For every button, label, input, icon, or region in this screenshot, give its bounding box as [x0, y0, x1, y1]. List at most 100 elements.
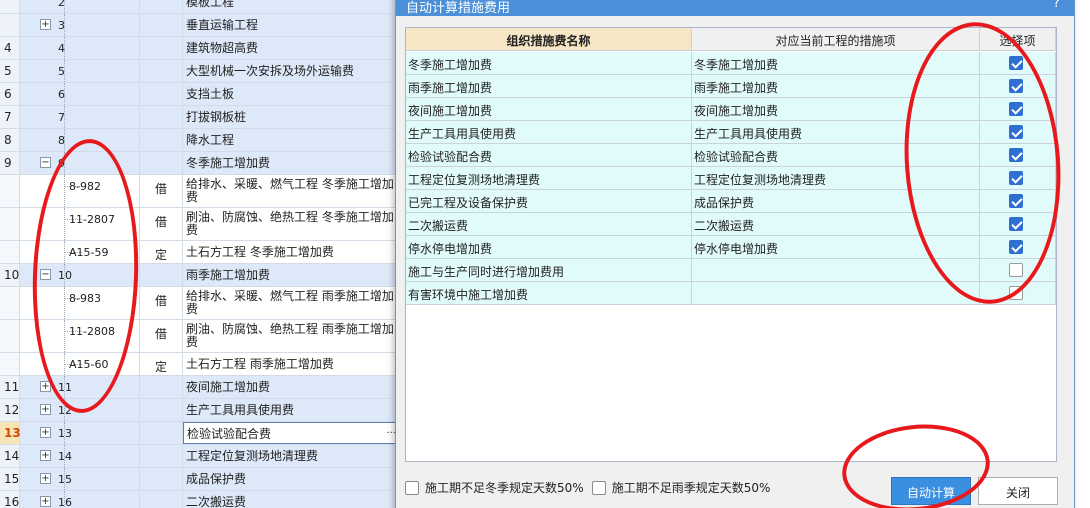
- select-checkbox[interactable]: [1009, 263, 1023, 277]
- help-icon[interactable]: ?: [1053, 0, 1060, 11]
- grid-row[interactable]: 4 4 建筑物超高费: [0, 37, 400, 60]
- type-cell[interactable]: [140, 152, 183, 174]
- code-cell[interactable]: +16: [20, 491, 140, 508]
- name-cell[interactable]: 刷油、防腐蚀、绝热工程 冬季施工增加费: [183, 208, 400, 240]
- measure-row[interactable]: 已完工程及设备保护费 成品保护费: [406, 190, 1056, 213]
- grid-row[interactable]: 12 +12 生产工具用具使用费: [0, 399, 400, 422]
- name-cell[interactable]: 二次搬运费: [183, 491, 400, 508]
- name-cell[interactable]: 给排水、采暖、燃气工程 雨季施工增加费: [183, 287, 400, 319]
- name-cell[interactable]: 冬季施工增加费: [183, 152, 400, 174]
- expand-icon[interactable]: +: [40, 473, 51, 484]
- column-header-item[interactable]: 对应当前工程的措施项: [692, 28, 980, 51]
- code-cell[interactable]: 8-983: [20, 287, 140, 319]
- select-checkbox[interactable]: [1009, 240, 1023, 254]
- measure-row[interactable]: 停水停电增加费 停水停电增加费: [406, 236, 1056, 259]
- name-cell[interactable]: 检验试验配合费 ···: [183, 422, 400, 444]
- code-cell[interactable]: +12: [20, 399, 140, 421]
- measure-row[interactable]: 工程定位复测场地清理费 工程定位复测场地清理费: [406, 167, 1056, 190]
- grid-row[interactable]: 11 +11 夜间施工增加费: [0, 376, 400, 399]
- type-cell[interactable]: 定: [140, 241, 183, 263]
- measure-item-cell[interactable]: 雨季施工增加费: [692, 75, 980, 98]
- measure-row[interactable]: 冬季施工增加费 冬季施工增加费: [406, 52, 1056, 75]
- column-header-name[interactable]: 组织措施费名称: [406, 28, 692, 51]
- type-cell[interactable]: [140, 468, 183, 490]
- name-cell[interactable]: 刷油、防腐蚀、绝热工程 雨季施工增加费: [183, 320, 400, 352]
- grid-row[interactable]: 15 +15 成品保护费: [0, 468, 400, 491]
- grid-row[interactable]: 9−9 冬季施工增加费: [0, 152, 400, 175]
- type-cell[interactable]: [140, 422, 183, 444]
- measure-name-cell[interactable]: 雨季施工增加费: [406, 75, 692, 98]
- name-cell[interactable]: 支挡土板: [183, 83, 400, 105]
- select-checkbox[interactable]: [1009, 194, 1023, 208]
- measure-row[interactable]: 施工与生产同时进行增加费用: [406, 259, 1056, 282]
- measure-item-cell[interactable]: 工程定位复测场地清理费: [692, 167, 980, 190]
- select-checkbox[interactable]: [1009, 102, 1023, 116]
- code-cell[interactable]: −10: [20, 264, 140, 286]
- select-checkbox[interactable]: [1009, 148, 1023, 162]
- type-cell[interactable]: [140, 445, 183, 467]
- select-checkbox[interactable]: [1009, 125, 1023, 139]
- type-cell[interactable]: [140, 60, 183, 82]
- name-cell[interactable]: 打拔钢板桩: [183, 106, 400, 128]
- measure-name-cell[interactable]: 检验试验配合费: [406, 144, 692, 167]
- measure-name-cell[interactable]: 施工与生产同时进行增加费用: [406, 259, 692, 282]
- name-cell[interactable]: 夜间施工增加费: [183, 376, 400, 398]
- measure-item-cell[interactable]: 二次搬运费: [692, 213, 980, 236]
- code-cell[interactable]: A15-59: [20, 241, 140, 263]
- code-cell[interactable]: −9: [20, 152, 140, 174]
- rain-option-checkbox[interactable]: [591, 480, 606, 495]
- code-cell[interactable]: 8: [20, 129, 140, 151]
- code-cell[interactable]: 6: [20, 83, 140, 105]
- grid-row[interactable]: 11-2808 借刷油、防腐蚀、绝热工程 雨季施工增加费: [0, 320, 400, 353]
- type-cell[interactable]: 借: [140, 175, 183, 207]
- code-cell[interactable]: 8-982: [20, 175, 140, 207]
- measure-row[interactable]: 夜间施工增加费 夜间施工增加费: [406, 98, 1056, 121]
- grid-row[interactable]: A15-60 定土石方工程 雨季施工增加费: [0, 353, 400, 376]
- code-cell[interactable]: +15: [20, 468, 140, 490]
- type-cell[interactable]: [140, 37, 183, 59]
- measure-item-cell[interactable]: 冬季施工增加费: [692, 52, 980, 75]
- measure-item-cell[interactable]: [692, 259, 980, 282]
- measure-name-cell[interactable]: 冬季施工增加费: [406, 52, 692, 75]
- name-cell[interactable]: 生产工具用具使用费: [183, 399, 400, 421]
- grid-row[interactable]: 14 +14 工程定位复测场地清理费: [0, 445, 400, 468]
- collapse-icon[interactable]: −: [40, 157, 51, 168]
- type-cell[interactable]: [140, 83, 183, 105]
- measure-name-cell[interactable]: 有害环境中施工增加费: [406, 282, 692, 305]
- measure-name-cell[interactable]: 二次搬运费: [406, 213, 692, 236]
- measure-row[interactable]: 生产工具用具使用费 生产工具用具使用费: [406, 121, 1056, 144]
- type-cell[interactable]: [140, 491, 183, 508]
- type-cell[interactable]: [140, 399, 183, 421]
- measure-item-cell[interactable]: 停水停电增加费: [692, 236, 980, 259]
- code-cell[interactable]: +11: [20, 376, 140, 398]
- name-cell[interactable]: 垂直运输工程: [183, 14, 400, 36]
- code-cell[interactable]: +14: [20, 445, 140, 467]
- measure-name-cell[interactable]: 夜间施工增加费: [406, 98, 692, 121]
- dialog-title-bar[interactable]: 自动计算措施费用 ?: [396, 0, 1074, 16]
- measure-item-cell[interactable]: 检验试验配合费: [692, 144, 980, 167]
- name-cell[interactable]: 大型机械一次安拆及场外运输费: [183, 60, 400, 82]
- measure-name-cell[interactable]: 生产工具用具使用费: [406, 121, 692, 144]
- measure-row[interactable]: 检验试验配合费 检验试验配合费: [406, 144, 1056, 167]
- grid-row[interactable]: 2 模板工程: [0, 0, 400, 14]
- name-cell[interactable]: 降水工程: [183, 129, 400, 151]
- collapse-icon[interactable]: −: [40, 269, 51, 280]
- code-cell[interactable]: A15-60: [20, 353, 140, 375]
- grid-row[interactable]: 8 8 降水工程: [0, 129, 400, 152]
- select-checkbox[interactable]: [1009, 171, 1023, 185]
- grid-row[interactable]: 8-982 借给排水、采暖、燃气工程 冬季施工增加费: [0, 175, 400, 208]
- grid-row[interactable]: A15-59 定土石方工程 冬季施工增加费: [0, 241, 400, 264]
- code-cell[interactable]: 5: [20, 60, 140, 82]
- code-cell[interactable]: 11-2807: [20, 208, 140, 240]
- select-checkbox[interactable]: [1009, 56, 1023, 70]
- grid-row[interactable]: 13 +13 检验试验配合费 ···: [0, 422, 400, 445]
- expand-icon[interactable]: +: [40, 496, 51, 507]
- auto-calc-button[interactable]: 自动计算: [891, 477, 971, 505]
- measure-row[interactable]: 有害环境中施工增加费: [406, 282, 1056, 305]
- expand-icon[interactable]: +: [40, 381, 51, 392]
- measure-row[interactable]: 雨季施工增加费 雨季施工增加费: [406, 75, 1056, 98]
- grid-row[interactable]: 16 +16 二次搬运费: [0, 491, 400, 508]
- type-cell[interactable]: [140, 106, 183, 128]
- code-cell[interactable]: +13: [20, 422, 140, 444]
- code-cell[interactable]: 11-2808: [20, 320, 140, 352]
